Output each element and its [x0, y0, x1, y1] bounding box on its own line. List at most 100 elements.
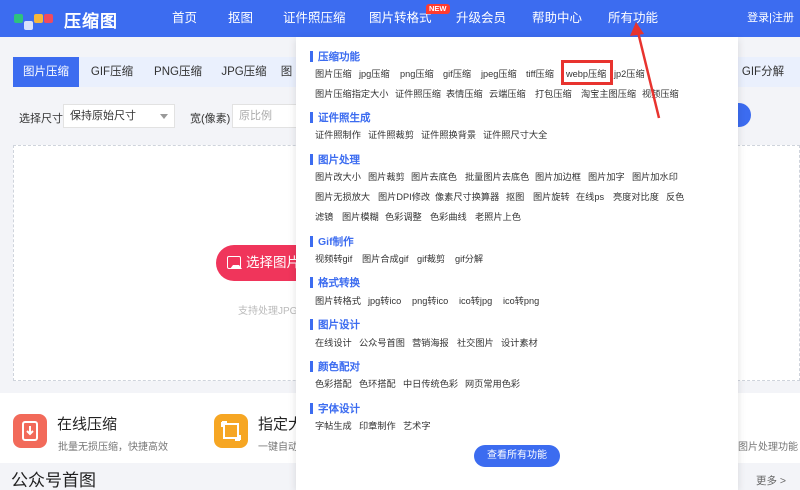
link-pack-compress[interactable]: 打包压缩 — [535, 88, 572, 100]
link-filter[interactable]: 滤镜 — [315, 211, 333, 223]
view-all-features-button[interactable]: 查看所有功能 — [474, 445, 560, 467]
link-add-text[interactable]: 图片加字 — [588, 171, 625, 183]
link-online-ps[interactable]: 在线ps — [576, 191, 604, 203]
link-brightness-contrast[interactable]: 亮度对比度 — [613, 191, 659, 203]
card2-title[interactable]: 指定大 — [258, 413, 296, 434]
category-font: 字体设计 — [310, 401, 360, 415]
link-idphoto-compress[interactable]: 证件照压缩 — [395, 88, 441, 100]
link-video-compress[interactable]: 视频压缩 — [642, 88, 679, 100]
category-format: 格式转换 — [310, 275, 360, 289]
tab-png-compress[interactable]: PNG压缩 — [145, 57, 211, 87]
link-copybook[interactable]: 字帖生成 — [315, 420, 352, 432]
link-jpg-compress[interactable]: jpg压缩 — [359, 68, 390, 80]
link-art-text[interactable]: 艺术字 — [403, 420, 431, 432]
link-idphoto-crop[interactable]: 证件照裁剪 — [368, 129, 414, 141]
link-idphoto-background[interactable]: 证件照换背景 — [421, 129, 476, 141]
category-color: 颜色配对 — [310, 359, 360, 373]
tab-jpg-compress[interactable]: JPG压缩 — [211, 57, 277, 87]
category-title: 字体设计 — [318, 402, 360, 415]
tab-image-compress[interactable]: 图片压缩 — [13, 57, 79, 87]
login-register-link[interactable]: 登录|注册 — [747, 0, 794, 37]
link-jp2-compress[interactable]: jp2压缩 — [614, 68, 645, 80]
nav-idphoto-compress[interactable]: 证件照压缩 — [283, 0, 346, 37]
category-title: 压缩功能 — [318, 50, 360, 63]
link-color-match[interactable]: 色彩搭配 — [315, 378, 352, 390]
nav-cutout[interactable]: 抠图 — [228, 0, 253, 37]
link-pixel-converter[interactable]: 像素尺寸换算器 — [435, 191, 499, 203]
link-crop[interactable]: 图片裁剪 — [368, 171, 405, 183]
link-ico-to-jpg[interactable]: ico转jpg — [459, 295, 492, 307]
link-images-to-gif[interactable]: 图片合成gif — [362, 253, 408, 265]
link-dpi-edit[interactable]: 图片DPI修改 — [378, 191, 430, 203]
link-rotate[interactable]: 图片旋转 — [533, 191, 570, 203]
logo-text: 压缩图 — [64, 11, 118, 31]
link-social-image[interactable]: 社交图片 — [457, 337, 494, 349]
link-add-watermark[interactable]: 图片加水印 — [632, 171, 678, 183]
link-cutout[interactable]: 抠图 — [506, 191, 524, 203]
select-image-label: 选择图片压缩 — [246, 255, 300, 270]
link-emoji-compress[interactable]: 表情压缩 — [446, 88, 483, 100]
tab-partial[interactable]: 图 — [277, 57, 296, 87]
link-video-to-gif[interactable]: 视频转gif — [315, 253, 352, 265]
link-color-adjust[interactable]: 色彩调整 — [385, 211, 422, 223]
link-idphoto-sizes[interactable]: 证件照尺寸大全 — [483, 129, 547, 141]
nav-home[interactable]: 首页 — [172, 0, 197, 37]
nav-upgrade-vip[interactable]: 升级会员 — [456, 0, 506, 37]
link-wechat-cover[interactable]: 公众号首图 — [359, 337, 405, 349]
select-image-button[interactable]: 选择图片压缩 — [216, 245, 300, 281]
link-png-to-ico[interactable]: png转ico — [412, 295, 448, 307]
nav-help-center[interactable]: 帮助中心 — [532, 0, 582, 37]
nav-all-features[interactable]: 所有功能 — [608, 0, 658, 37]
link-add-border[interactable]: 图片加边框 — [535, 171, 581, 183]
link-online-design[interactable]: 在线设计 — [315, 337, 352, 349]
top-navbar: 压缩图 首页 抠图 证件照压缩 图片转格式 NEW 升级会员 帮助中心 所有功能… — [0, 0, 800, 37]
card1-title[interactable]: 在线压缩 — [57, 413, 117, 434]
category-title: 图片设计 — [318, 318, 360, 331]
link-compress-specified-size[interactable]: 图片压缩指定大小 — [315, 88, 389, 100]
link-taobao-compress[interactable]: 淘宝主图压缩 — [581, 88, 636, 100]
tab-gif-compress[interactable]: GIF压缩 — [79, 57, 145, 87]
link-seal-maker[interactable]: 印章制作 — [359, 420, 396, 432]
link-remove-bg[interactable]: 图片去底色 — [411, 171, 457, 183]
category-title: Gif制作 — [318, 235, 354, 248]
width-input[interactable]: 原比例 — [232, 104, 298, 128]
logo-mark-icon — [14, 7, 62, 31]
link-image-compress[interactable]: 图片压缩 — [315, 68, 352, 80]
link-jpg-to-ico[interactable]: jpg转ico — [368, 295, 401, 307]
link-invert[interactable]: 反色 — [666, 191, 684, 203]
link-resize[interactable]: 图片改大小 — [315, 171, 361, 183]
link-idphoto-make[interactable]: 证件照制作 — [315, 129, 361, 141]
logo[interactable]: 压缩图 — [14, 7, 118, 31]
link-blur[interactable]: 图片模糊 — [342, 211, 379, 223]
link-marketing-poster[interactable]: 营销海报 — [412, 337, 449, 349]
specified-size-icon — [214, 414, 248, 448]
more-link[interactable]: 更多 > — [756, 473, 786, 488]
link-gif-compress[interactable]: gif压缩 — [443, 68, 471, 80]
link-gif-crop[interactable]: gif裁剪 — [417, 253, 445, 265]
category-compress: 压缩功能 — [310, 49, 360, 63]
link-gif-split[interactable]: gif分解 — [455, 253, 483, 265]
card2-subtitle: 一键自动 — [258, 442, 296, 453]
link-lossless-upscale[interactable]: 图片无损放大 — [315, 191, 370, 203]
category-title: 图片处理 — [318, 153, 360, 166]
nav-image-convert[interactable]: 图片转格式 — [369, 0, 432, 37]
link-ico-to-png[interactable]: ico转png — [503, 295, 539, 307]
link-colorize-old-photo[interactable]: 老照片上色 — [475, 211, 521, 223]
link-image-convert[interactable]: 图片转格式 — [315, 295, 361, 307]
category-design: 图片设计 — [310, 317, 360, 331]
support-format-text: 支持处理JPG、PNG、GIF格式 — [238, 306, 296, 317]
link-traditional-colors[interactable]: 中日传统色彩 — [403, 378, 458, 390]
link-batch-remove-bg[interactable]: 批量图片去底色 — [465, 171, 529, 183]
link-cloud-compress[interactable]: 云端压缩 — [489, 88, 526, 100]
link-jpeg-compress[interactable]: jpeg压缩 — [481, 68, 517, 80]
link-color-wheel[interactable]: 色环搭配 — [359, 378, 396, 390]
link-color-curve[interactable]: 色彩曲线 — [430, 211, 467, 223]
link-tiff-compress[interactable]: tiff压缩 — [526, 68, 554, 80]
chevron-down-icon — [160, 114, 168, 119]
tab-gif-split[interactable]: GIF分解 — [738, 57, 788, 87]
size-select[interactable]: 保持原始尺寸 — [63, 104, 175, 128]
link-png-compress[interactable]: png压缩 — [400, 68, 434, 80]
link-design-assets[interactable]: 设计素材 — [501, 337, 538, 349]
link-web-colors[interactable]: 网页常用色彩 — [465, 378, 520, 390]
card3-subtitle: 图片处理功能 — [738, 442, 798, 453]
